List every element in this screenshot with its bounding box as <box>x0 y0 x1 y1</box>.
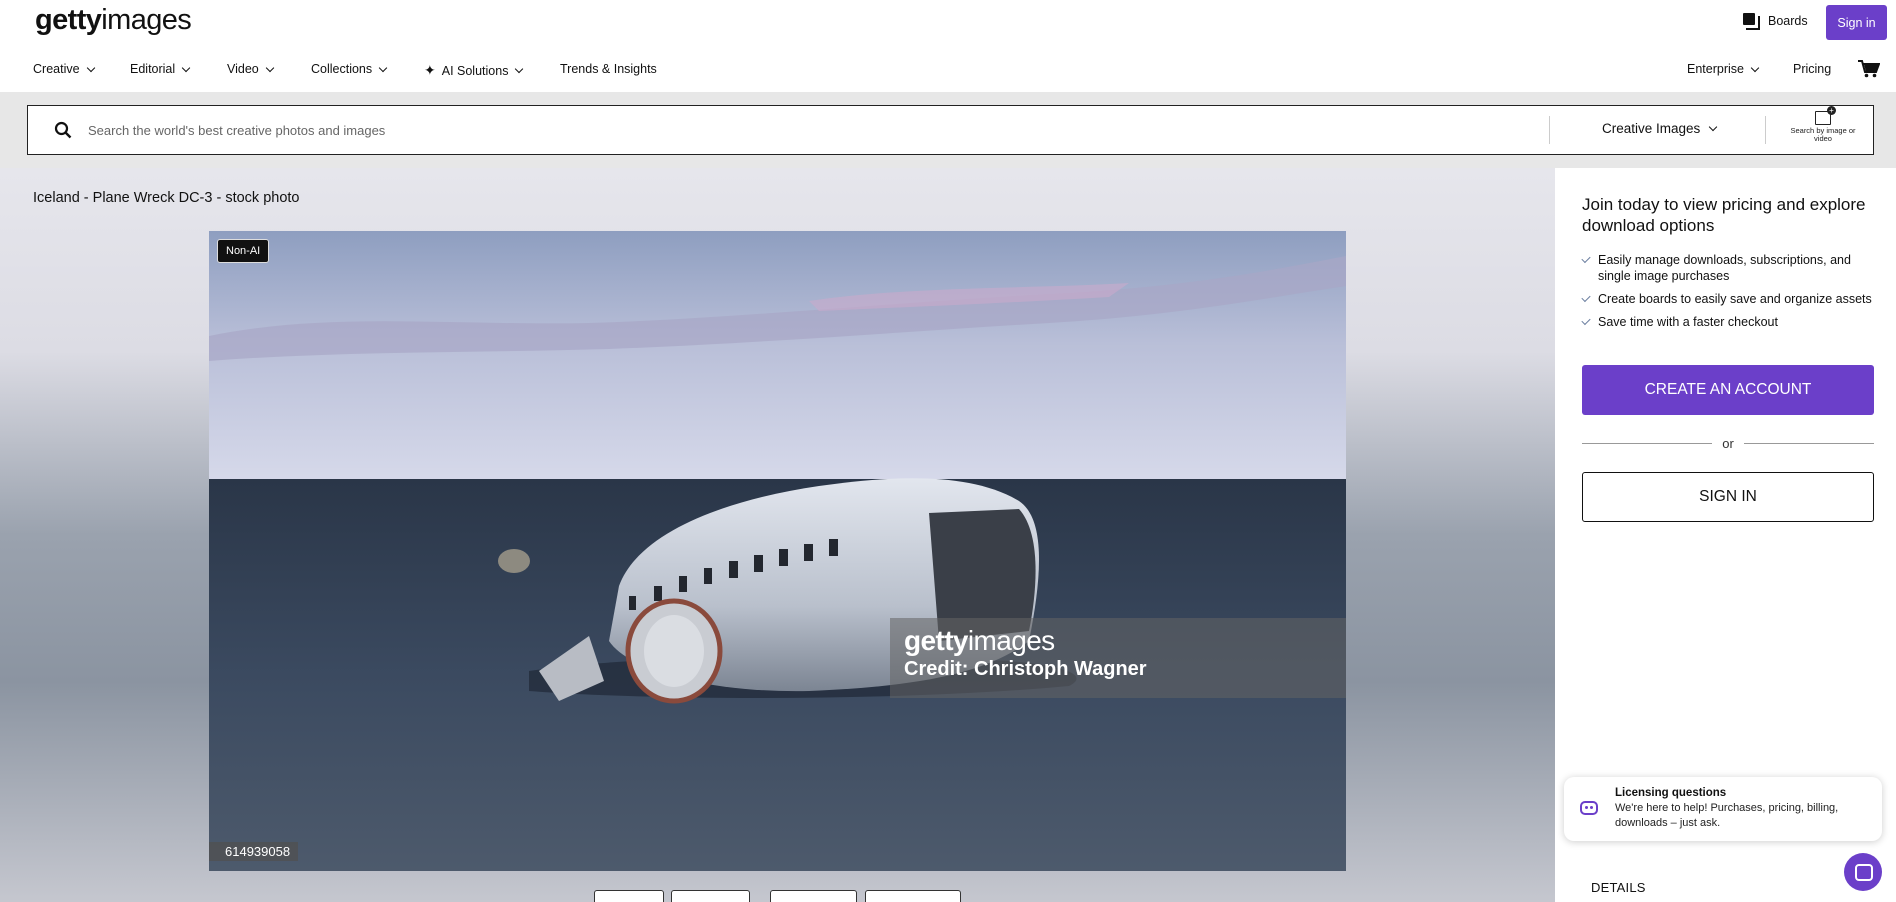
benefit-text: Create boards to easily save and organiz… <box>1598 292 1872 306</box>
chevron-down-icon <box>1709 122 1718 132</box>
benefit-item: Create boards to easily save and organiz… <box>1581 291 1882 307</box>
divider-line <box>1743 443 1874 444</box>
nav-pricing[interactable]: Pricing <box>1793 62 1831 76</box>
create-account-button[interactable]: CREATE AN ACCOUNT <box>1582 365 1874 415</box>
join-title: Join today to view pricing and explore d… <box>1582 195 1866 235</box>
chevron-down-icon <box>181 63 191 72</box>
action-button[interactable] <box>594 890 664 902</box>
asset-type-label: Creative Images <box>1602 121 1701 136</box>
check-icon <box>1581 292 1591 303</box>
chevron-down-icon <box>86 63 95 72</box>
top-bar: gettyimages Boards Sign in <box>0 0 1896 46</box>
nav-ai-solutions[interactable]: ✦ AI Solutions <box>424 62 524 79</box>
chatbot-icon <box>1580 801 1598 815</box>
check-icon <box>1581 315 1591 326</box>
sparkle-icon: ✦ <box>424 62 436 78</box>
action-button[interactable] <box>770 890 857 902</box>
sign-in-button[interactable]: Sign in <box>1826 5 1887 40</box>
benefit-item: Easily manage downloads, subscriptions, … <box>1581 252 1882 284</box>
image-search-icon <box>1815 106 1836 125</box>
check-icon <box>1581 253 1591 264</box>
divider-line <box>1582 443 1713 444</box>
photo-credit: Credit: Christoph Wagner <box>904 658 1147 680</box>
watermark-overlay: gettyimages Credit: Christoph Wagner <box>890 618 1346 698</box>
page-title: Iceland - Plane Wreck DC-3 - stock photo <box>33 190 300 206</box>
cart-icon[interactable] <box>1858 60 1880 78</box>
benefits-list: Easily manage downloads, subscriptions, … <box>1581 252 1882 337</box>
boards-label: Boards <box>1768 13 1808 28</box>
nav-ai-solutions-label: AI Solutions <box>441 63 509 78</box>
search-by-image-button[interactable]: Search by image or video <box>1787 106 1859 151</box>
divider <box>1765 116 1766 144</box>
nav-pricing-label: Pricing <box>1793 62 1832 76</box>
search-input[interactable] <box>88 116 1548 144</box>
nav-collections[interactable]: Collections <box>311 62 388 76</box>
action-button[interactable] <box>865 890 961 902</box>
nav-video-label: Video <box>227 62 259 76</box>
or-label: or <box>1722 436 1734 451</box>
nav-video[interactable]: Video <box>227 62 274 76</box>
purchase-panel: Join today to view pricing and explore d… <box>1555 168 1896 902</box>
getty-images-logo[interactable]: gettyimages <box>35 4 192 37</box>
non-ai-badge: Non-AI <box>217 239 270 263</box>
search-band: Creative Images Search by image or video <box>0 92 1896 168</box>
search-by-image-label: Search by image or video <box>1790 126 1856 143</box>
chevron-down-icon <box>378 63 388 72</box>
boards-icon <box>1743 13 1760 30</box>
chat-launcher-icon[interactable] <box>1844 853 1882 891</box>
watermark-logo: gettyimages <box>904 625 1055 656</box>
nav-collections-label: Collections <box>311 62 373 76</box>
search-bar: Creative Images Search by image or video <box>27 105 1874 155</box>
benefit-item: Save time with a faster checkout <box>1581 314 1882 330</box>
plane-wreck-photo <box>209 231 1346 871</box>
divider <box>1549 116 1550 144</box>
chat-title: Licensing questions <box>1615 787 1727 799</box>
benefit-text: Easily manage downloads, subscriptions, … <box>1598 253 1851 283</box>
benefit-text: Save time with a faster checkout <box>1598 315 1778 329</box>
nav-enterprise-label: Enterprise <box>1687 62 1744 76</box>
nav-creative-label: Creative <box>33 62 80 76</box>
licensing-chat-prompt[interactable]: Licensing questions We're here to help! … <box>1564 777 1882 841</box>
chevron-down-icon <box>1750 63 1760 72</box>
nav-trends-insights[interactable]: Trends & Insights <box>560 62 657 76</box>
chevron-down-icon <box>265 63 274 72</box>
asset-main-area: Iceland - Plane Wreck DC-3 - stock photo <box>0 168 1555 902</box>
or-divider: or <box>1582 436 1874 451</box>
chat-text: We're here to help! Purchases, pricing, … <box>1615 802 1839 829</box>
asset-image[interactable]: Non-AI gettyimages Credit: Christoph Wag… <box>209 231 1346 871</box>
boards-link[interactable]: Boards <box>1743 13 1808 30</box>
search-icon[interactable] <box>54 121 72 139</box>
nav-editorial[interactable]: Editorial <box>130 62 191 76</box>
main-nav: Creative Editorial Video Collections ✦ AI… <box>0 56 1896 86</box>
nav-trends-label: Trends & Insights <box>560 62 657 76</box>
asset-type-select[interactable]: Creative Images <box>1602 121 1718 136</box>
details-heading[interactable]: DETAILS <box>1591 880 1646 895</box>
chevron-down-icon <box>515 64 524 74</box>
action-button[interactable] <box>671 890 750 902</box>
nav-enterprise[interactable]: Enterprise <box>1687 62 1760 76</box>
nav-creative[interactable]: Creative <box>33 62 95 76</box>
image-id: 614939058 <box>209 842 299 861</box>
nav-editorial-label: Editorial <box>130 62 176 76</box>
sign-in-panel-button[interactable]: SIGN IN <box>1582 472 1874 522</box>
